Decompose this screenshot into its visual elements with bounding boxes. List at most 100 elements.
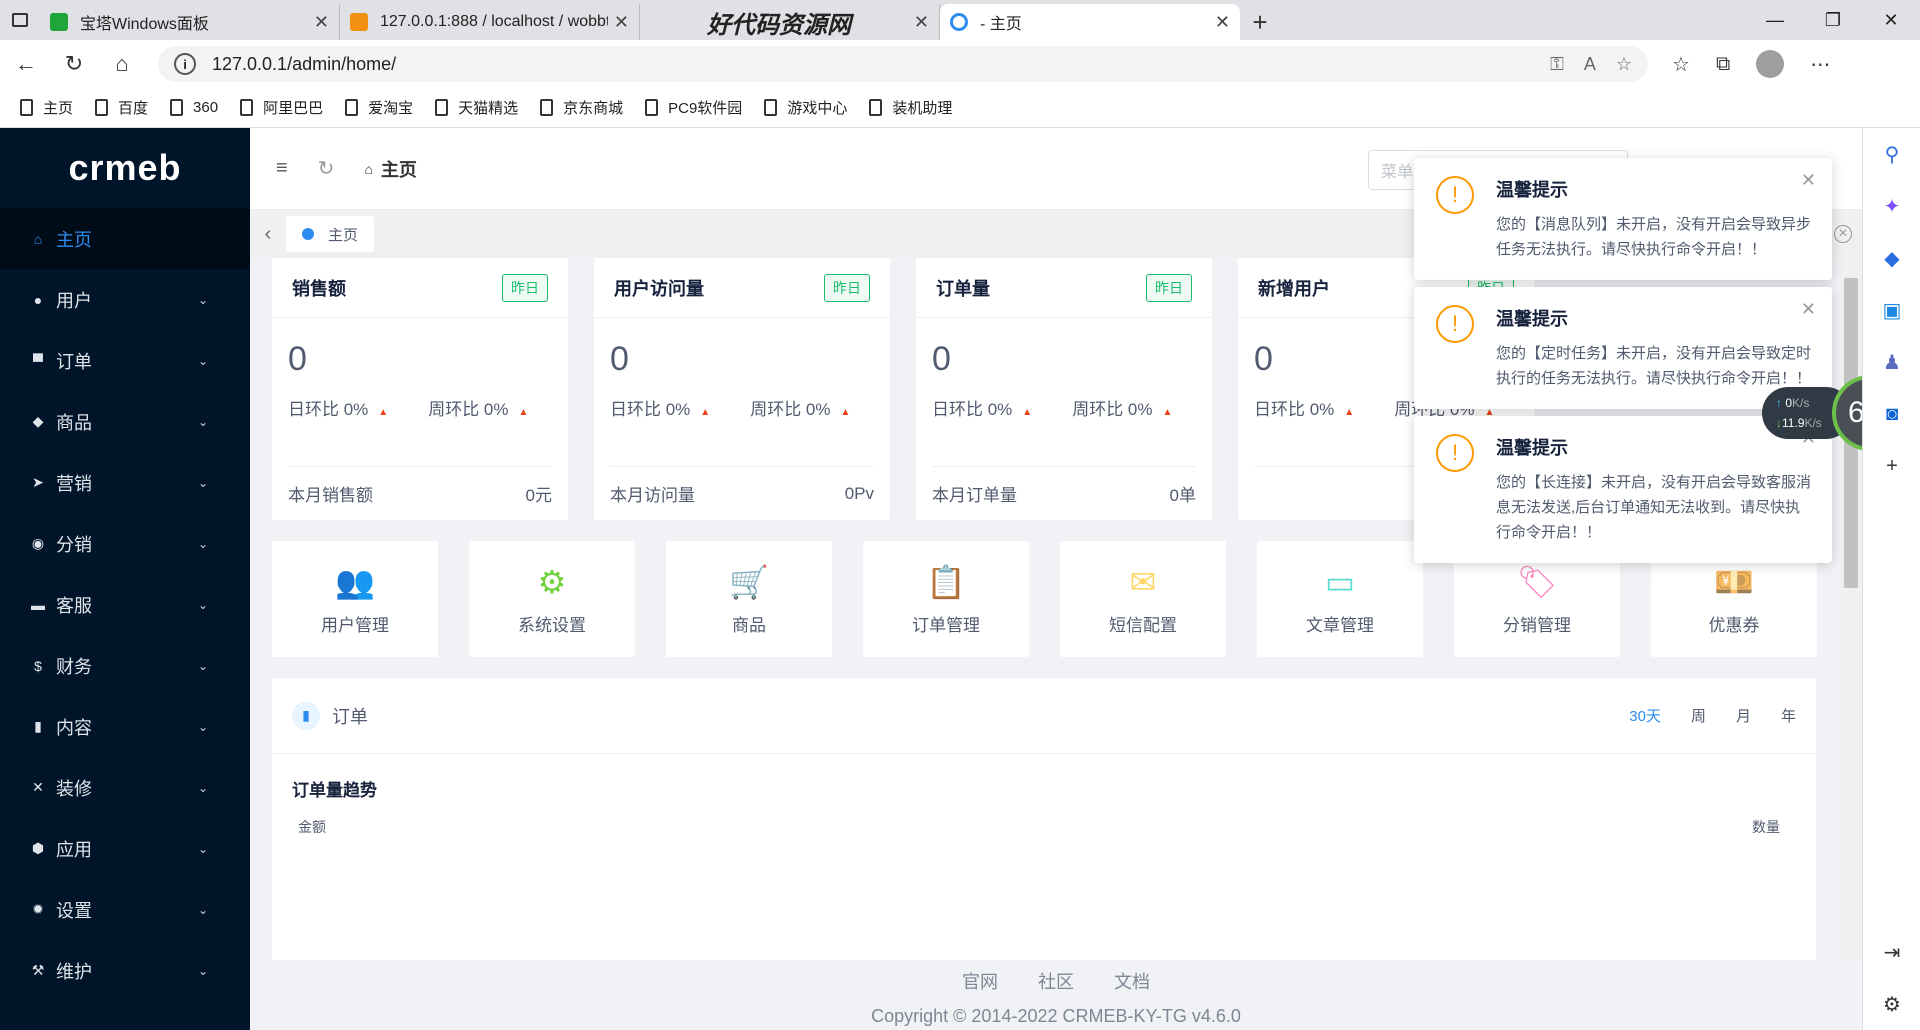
sidebar-item-label: 营销 xyxy=(56,473,92,494)
copilot-icon[interactable]: ✦ xyxy=(1863,180,1920,232)
chat-icon: ▬ xyxy=(31,596,45,613)
quick-link-label: 分销管理 xyxy=(1503,615,1571,635)
key-icon[interactable]: ⚿ xyxy=(1550,54,1564,75)
url-bar[interactable]: i 127.0.0.1/admin/home/ ⚿ A ☆ xyxy=(158,46,1648,82)
bookmark[interactable]: 京东商城 xyxy=(540,97,623,118)
settings-icon[interactable]: ⚙ xyxy=(1863,978,1920,1030)
bookmark[interactable]: 阿里巴巴 xyxy=(240,97,323,118)
notice-close-icon[interactable]: ✕ xyxy=(1801,170,1816,191)
browser-tab-1[interactable]: 宝塔Windows面板 ✕ xyxy=(40,4,340,40)
url-text[interactable]: 127.0.0.1/admin/home/ xyxy=(212,54,396,75)
sidebar-item[interactable]: ⬢ 应用 ⌄ xyxy=(0,818,250,879)
window-close-icon[interactable]: ✕ xyxy=(1862,0,1920,40)
sidebar-item[interactable]: ⌂ 主页 xyxy=(0,208,250,269)
close-tab-icon[interactable]: ✕ xyxy=(314,12,329,33)
sidebar-item[interactable]: ● 用户 ⌄ xyxy=(0,269,250,330)
sidebar-item[interactable]: ✹ 设置 ⌄ xyxy=(0,879,250,940)
tab-year[interactable]: 年 xyxy=(1781,705,1796,726)
stat-value: 0 xyxy=(288,340,307,378)
chevron-down-icon: ⌄ xyxy=(197,414,208,429)
footer-link-official[interactable]: 官网 xyxy=(962,968,998,994)
phpmyadmin-favicon-icon xyxy=(350,13,368,31)
menu-toggle-icon[interactable]: ≡ xyxy=(276,157,288,180)
sidebar-item-label: 分销 xyxy=(56,534,92,555)
tab-30-days[interactable]: 30天 xyxy=(1629,705,1661,726)
add-favorite-icon[interactable]: ☆ xyxy=(1616,54,1632,75)
chevron-down-icon: ⌄ xyxy=(197,536,208,551)
content-scrollbar[interactable] xyxy=(1840,258,1862,960)
refresh-icon[interactable]: ↻ xyxy=(52,44,96,84)
sidebar-item[interactable]: ✕ 装修 ⌄ xyxy=(0,757,250,818)
sidebar-item[interactable]: ◆ 商品 ⌄ xyxy=(0,391,250,452)
copyright: Copyright © 2014-2022 CRMEB-KY-TG v4.6.0 xyxy=(871,1006,1241,1026)
tab-week[interactable]: 周 xyxy=(1691,705,1706,726)
footer-link-community[interactable]: 社区 xyxy=(1038,968,1074,994)
bookmark[interactable]: PC9软件园 xyxy=(645,97,742,118)
close-tab-icon[interactable]: ✕ xyxy=(914,12,929,33)
profile-avatar[interactable] xyxy=(1756,50,1785,78)
shopping-tag-icon[interactable]: ◆ xyxy=(1863,232,1920,284)
scroll-left-icon[interactable]: ‹ xyxy=(250,223,286,246)
page-icon xyxy=(20,99,33,116)
add-icon[interactable]: + xyxy=(1863,440,1920,492)
quick-link-label: 商品 xyxy=(732,615,766,635)
outlook-icon[interactable]: ◙ xyxy=(1863,388,1920,440)
more-icon[interactable]: ⋯ xyxy=(1810,52,1830,77)
quick-link[interactable]: ⚙ 系统设置 xyxy=(469,541,635,657)
bar-chart-icon: ▮ xyxy=(292,701,320,730)
browser-tab-2[interactable]: 127.0.0.1:888 / localhost / wobbt ✕ xyxy=(340,4,640,40)
bookmark[interactable]: 360 xyxy=(170,99,218,116)
collections-icon[interactable]: ⧉ xyxy=(1716,53,1730,76)
sidebar-item[interactable]: ▀ 订单 ⌄ xyxy=(0,330,250,391)
quick-link[interactable]: ▭ 文章管理 xyxy=(1257,541,1423,657)
bookmark[interactable]: 爱淘宝 xyxy=(345,97,413,118)
logo[interactable]: crmeb xyxy=(0,128,250,208)
sidebar-item[interactable]: ▬ 客服 ⌄ xyxy=(0,574,250,635)
favorites-icon[interactable]: ☆ xyxy=(1672,52,1690,77)
tab-month[interactable]: 月 xyxy=(1736,705,1751,726)
read-aloud-icon[interactable]: A xyxy=(1584,54,1596,75)
browser-tab-4[interactable]: - 主页 ✕ xyxy=(940,4,1240,40)
quick-link[interactable]: 👥 用户管理 xyxy=(272,541,438,657)
footer-link-docs[interactable]: 文档 xyxy=(1114,968,1150,994)
up-arrow-icon: ▲ xyxy=(1344,407,1355,418)
close-tab-icon[interactable]: ✕ xyxy=(1215,12,1230,33)
restore-icon[interactable]: ❐ xyxy=(1804,0,1862,40)
back-icon[interactable]: ← xyxy=(4,44,48,84)
sidebar-item[interactable]: ◉ 分销 ⌄ xyxy=(0,513,250,574)
notice-close-icon[interactable]: ✕ xyxy=(1801,299,1816,320)
site-info-icon[interactable]: i xyxy=(174,53,196,75)
tag-home[interactable]: 主页 xyxy=(286,216,375,252)
games-icon[interactable]: ♟ xyxy=(1863,336,1920,388)
new-tab-button[interactable]: + xyxy=(1240,4,1280,40)
tab-actions-icon[interactable] xyxy=(0,0,40,40)
browser-tab-3[interactable]: 好代码资源网 ✕ xyxy=(640,4,940,40)
bookmark[interactable]: 主页 xyxy=(20,97,73,118)
week-ratio-text: 周环比 0% xyxy=(428,400,509,419)
bookmark-label: PC9软件园 xyxy=(668,100,743,117)
address-toolbar: ← ↻ ⌂ i 127.0.0.1/admin/home/ ⚿ A ☆ ☆ ⧉ … xyxy=(0,40,1920,88)
minimize-icon[interactable]: — xyxy=(1746,0,1804,40)
quick-link[interactable]: ✉ 短信配置 xyxy=(1060,541,1226,657)
quick-link[interactable]: 📋 订单管理 xyxy=(863,541,1029,657)
chevron-down-icon: ⌄ xyxy=(197,841,208,856)
chevron-down-icon: ⌄ xyxy=(197,597,208,612)
toolbox-icon[interactable]: ▣ xyxy=(1863,284,1920,336)
sidebar-item[interactable]: ➤ 营销 ⌄ xyxy=(0,452,250,513)
bookmark[interactable]: 装机助理 xyxy=(869,97,952,118)
sidebar-item[interactable]: ▮ 内容 ⌄ xyxy=(0,696,250,757)
money-icon: 💴 xyxy=(1714,563,1754,600)
sidebar-item[interactable]: ⚒ 维护 ⌄ xyxy=(0,940,250,1001)
close-tags-icon[interactable]: × xyxy=(1834,225,1852,243)
search-icon[interactable]: ⚲ xyxy=(1863,128,1920,180)
sidebar-item[interactable]: $ 财务 ⌄ xyxy=(0,635,250,696)
bookmark[interactable]: 游戏中心 xyxy=(764,97,847,118)
quick-link[interactable]: 🛒 商品 xyxy=(666,541,832,657)
bookmark[interactable]: 百度 xyxy=(95,97,148,118)
refresh-page-icon[interactable]: ↻ xyxy=(318,156,335,181)
close-tab-icon[interactable]: ✕ xyxy=(614,12,629,33)
sidebar-toggle-icon[interactable]: ⇥ xyxy=(1863,926,1920,978)
home-icon[interactable]: ⌂ xyxy=(100,44,144,84)
bookmark[interactable]: 天猫精选 xyxy=(435,97,518,118)
count-axis-label: 数量 xyxy=(1752,819,1780,835)
